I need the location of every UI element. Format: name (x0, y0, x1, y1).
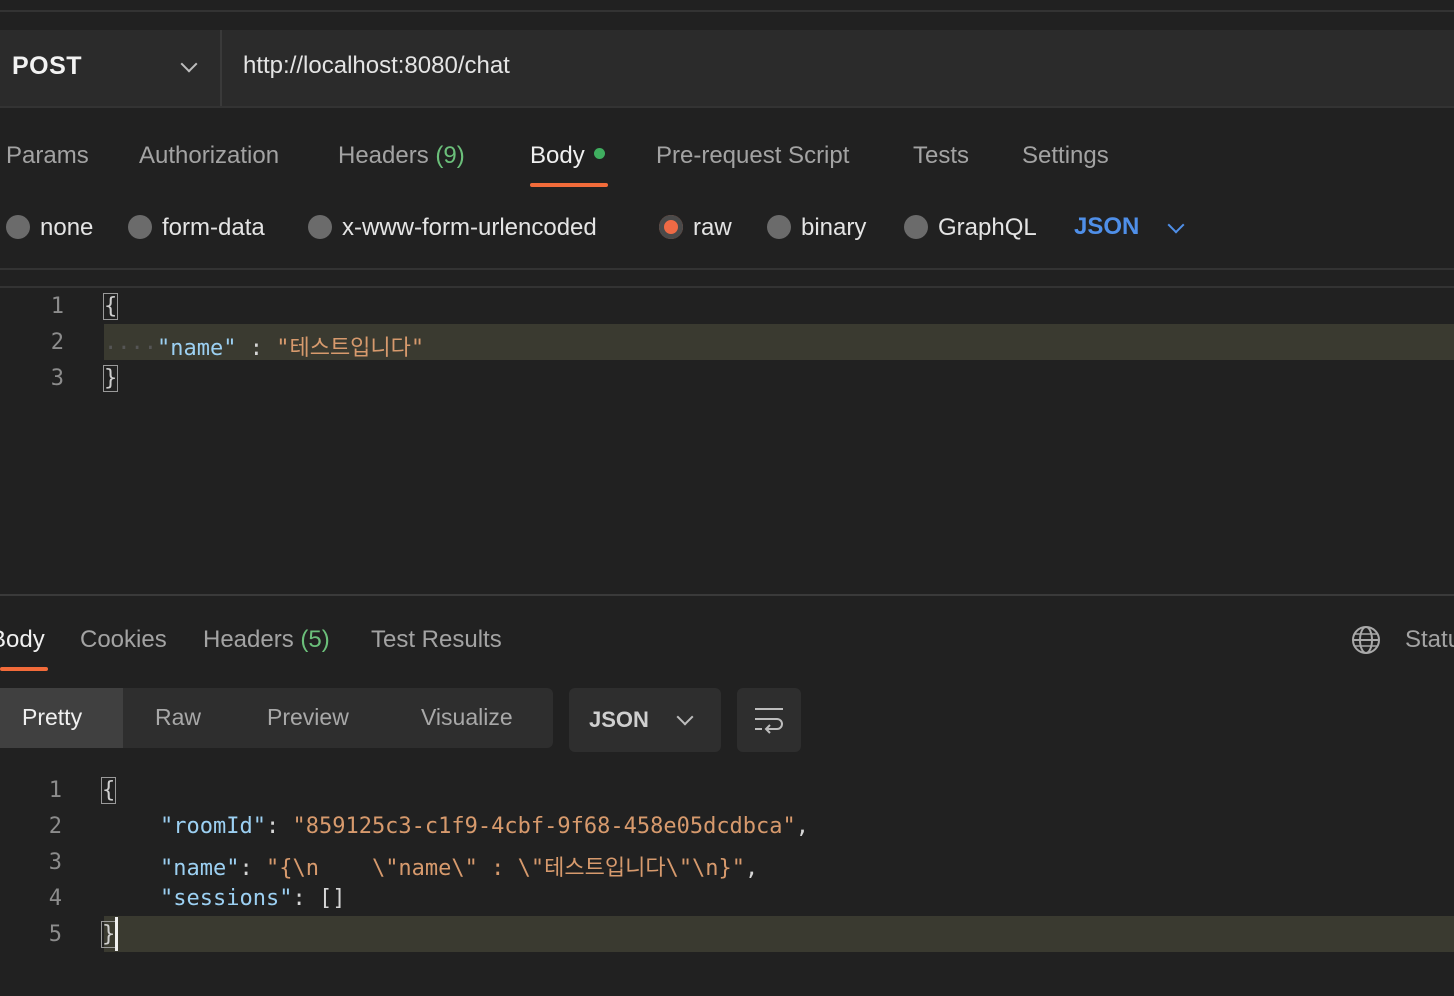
response-headers-count: (5) (300, 626, 330, 653)
response-tab-headers[interactable]: Headers (5) (203, 626, 330, 654)
radio-raw[interactable] (659, 215, 683, 239)
code-line: } (100, 921, 117, 948)
radio-raw-label: raw (693, 214, 732, 241)
line-number: 1 (50, 294, 64, 319)
code-line: "sessions": [] (160, 886, 346, 911)
headers-count: (9) (435, 142, 465, 169)
line-number: 3 (50, 366, 64, 391)
radio-form-data[interactable] (128, 215, 152, 239)
response-active-tab-indicator (0, 667, 48, 671)
language-select[interactable]: JSON (1074, 213, 1139, 241)
response-tab-body[interactable]: Body (0, 626, 45, 654)
line-number: 4 (48, 886, 62, 911)
response-tab-cookies[interactable]: Cookies (80, 626, 167, 654)
radio-graphql-label: GraphQL (938, 214, 1037, 241)
radio-form-data-label: form-data (162, 214, 265, 241)
tab-authorization[interactable]: Authorization (139, 142, 279, 170)
tab-pre-request-script[interactable]: Pre-request Script (656, 142, 849, 170)
line-number: 3 (48, 850, 62, 875)
tab-headers[interactable]: Headers (9) (338, 142, 465, 170)
radio-none[interactable] (6, 215, 30, 239)
code-line: { (100, 777, 117, 804)
radio-urlencoded-label: x-www-form-urlencoded (342, 214, 597, 241)
active-tab-indicator (530, 183, 608, 187)
tab-settings[interactable]: Settings (1022, 142, 1109, 170)
globe-icon[interactable] (1351, 625, 1381, 655)
view-raw[interactable]: Raw (155, 704, 201, 731)
tab-tests[interactable]: Tests (913, 142, 969, 170)
chevron-down-icon[interactable] (1167, 216, 1185, 234)
code-line: "roomId": "859125c3-c1f9-4cbf-9f68-458e0… (160, 814, 810, 839)
current-line-highlight (104, 916, 1454, 952)
response-status: Statu (1405, 626, 1454, 653)
text-cursor (115, 917, 118, 951)
view-preview[interactable]: Preview (267, 704, 349, 731)
response-tab-test-results[interactable]: Test Results (371, 626, 502, 654)
radio-urlencoded[interactable] (308, 215, 332, 239)
code-line: { (102, 293, 119, 320)
line-number: 2 (48, 814, 62, 839)
code-line: } (102, 365, 119, 392)
view-visualize[interactable]: Visualize (421, 704, 513, 731)
body-modified-dot (593, 148, 605, 159)
url-text: http://localhost:8080/chat (243, 52, 510, 79)
code-line: ····"name" : "테스트입니다" (104, 336, 425, 361)
view-pretty[interactable]: Pretty (22, 704, 82, 731)
radio-binary-label: binary (801, 214, 867, 241)
method-label: POST (12, 52, 83, 80)
radio-none-label: none (40, 214, 94, 241)
tab-params[interactable]: Params (6, 142, 89, 170)
line-number: 2 (50, 330, 64, 355)
radio-graphql[interactable] (904, 215, 928, 239)
radio-binary[interactable] (767, 215, 791, 239)
code-line: "name": "{\n \"name\" : \"테스트입니다\"\n}", (160, 856, 759, 881)
response-format-label: JSON (589, 707, 649, 732)
tab-body[interactable]: Body (530, 142, 605, 170)
wrap-lines-icon (755, 708, 783, 734)
line-number: 1 (48, 778, 62, 803)
line-number: 5 (48, 922, 62, 947)
